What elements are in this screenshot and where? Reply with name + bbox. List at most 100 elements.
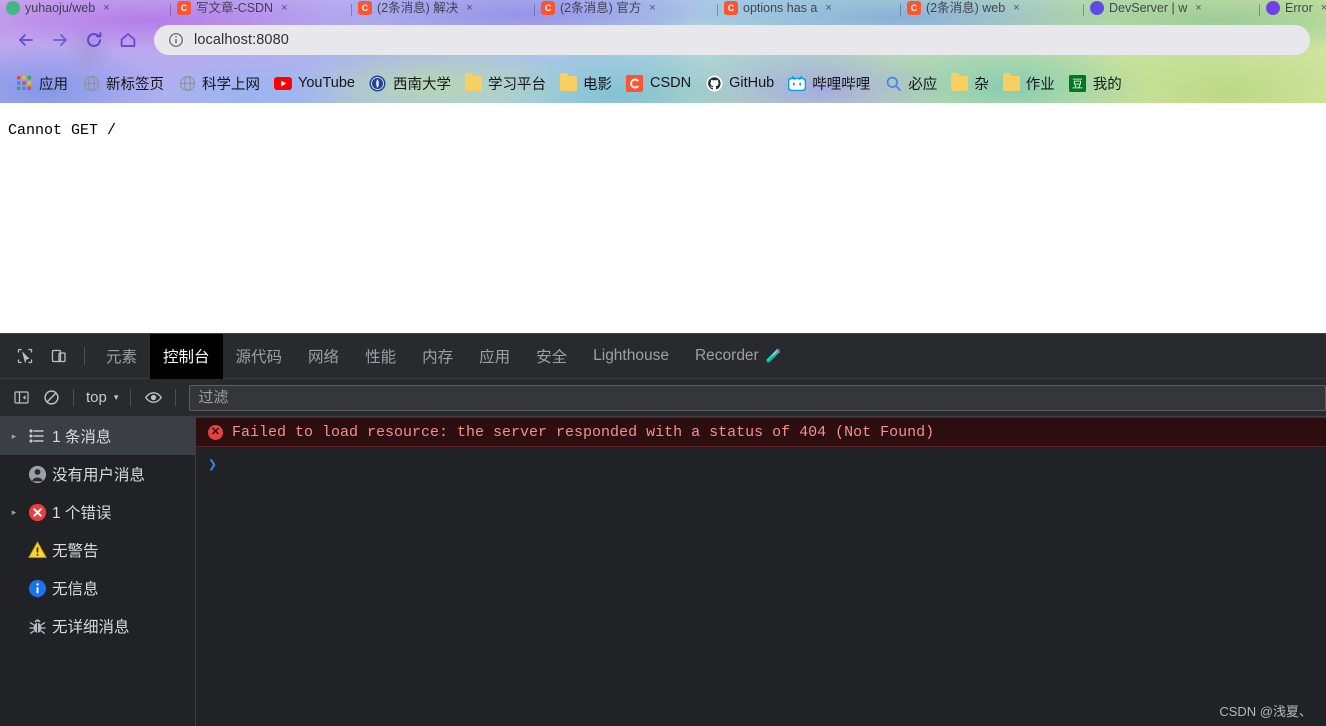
console-sidebar-item[interactable]: 无信息: [0, 569, 195, 607]
watermark-text: CSDN @浅夏、: [1219, 704, 1312, 719]
devtools-tab[interactable]: 网络: [295, 334, 352, 379]
home-button[interactable]: [112, 24, 144, 56]
console-filter-field[interactable]: [189, 384, 1326, 411]
tab-title: Error: [1285, 1, 1313, 15]
filter-input[interactable]: [198, 389, 1317, 406]
live-expression-icon[interactable]: [138, 383, 168, 413]
back-button[interactable]: [10, 24, 42, 56]
close-icon[interactable]: ×: [1321, 2, 1326, 14]
bookmark-item[interactable]: CSDN: [619, 71, 698, 95]
bug-icon: [28, 617, 47, 636]
address-bar-url: localhost:8080: [194, 31, 289, 48]
tab-title: 写文章-CSDN: [196, 1, 274, 15]
devtools-tab[interactable]: 应用: [466, 334, 523, 379]
browser-tab[interactable]: C 写文章-CSDN ×: [171, 0, 351, 16]
browser-tab[interactable]: Error ×: [1260, 0, 1326, 16]
bookmark-item[interactable]: 新标签页: [75, 70, 171, 97]
console-sidebar-toggle-icon[interactable]: [6, 383, 36, 413]
filterbar-divider-2: [130, 389, 132, 406]
console-sidebar-label: 无警告: [52, 543, 99, 560]
expand-arrow-icon[interactable]: ▸: [6, 431, 22, 442]
devtools-tab[interactable]: 安全: [523, 334, 580, 379]
csdn-icon: [626, 74, 644, 92]
inspect-element-icon[interactable]: [8, 339, 42, 373]
bookmark-label: 必应: [908, 76, 938, 93]
page-body-text: Cannot GET /: [8, 122, 117, 139]
devtools-tab[interactable]: 内存: [409, 334, 466, 379]
bookmark-item[interactable]: 学习平台: [458, 70, 553, 97]
info-icon: [28, 579, 47, 598]
browser-tab[interactable]: C (2条消息) web ×: [901, 0, 1083, 16]
device-toolbar-icon[interactable]: [42, 339, 76, 373]
bookmark-label: 新标签页: [106, 76, 164, 93]
devtools-tab[interactable]: Recorder 🧪: [682, 334, 795, 379]
page-viewport: Cannot GET /: [0, 103, 1326, 333]
console-sidebar-label: 没有用户消息: [52, 467, 146, 484]
devtools-tab[interactable]: 源代码: [223, 334, 296, 379]
console-filter-bar: top ▾: [0, 379, 1326, 417]
bookmark-label: 我的: [1092, 76, 1122, 93]
console-error-row[interactable]: ✕ Failed to load resource: the server re…: [196, 417, 1326, 447]
devtools-tab[interactable]: 元素: [93, 334, 150, 379]
error-badge-icon: ✕: [208, 424, 223, 440]
bookmark-label: 应用: [39, 76, 68, 93]
bookmark-item[interactable]: 应用: [8, 70, 75, 97]
bookmark-item[interactable]: 必应: [877, 70, 944, 97]
browser-tab[interactable]: C (2条消息) 官方 ×: [535, 0, 717, 16]
browser-tab[interactable]: C (2条消息) 解决 ×: [352, 0, 534, 16]
close-icon[interactable]: ×: [103, 2, 109, 14]
close-icon[interactable]: ×: [649, 2, 655, 14]
devtools-tab[interactable]: Lighthouse: [580, 334, 682, 379]
devtools-tab[interactable]: 控制台: [150, 333, 223, 379]
devtools-tab-label: 性能: [365, 349, 397, 366]
browser-tab[interactable]: yuhaoju/web ×: [0, 0, 170, 16]
bookmark-item[interactable]: 豆我的: [1062, 70, 1129, 97]
console-sidebar-item[interactable]: ▸ 1 个错误: [0, 493, 195, 531]
devtools-tab[interactable]: 性能: [352, 334, 409, 379]
devtools-tab-label: 控制台: [163, 349, 210, 366]
close-icon[interactable]: ×: [1195, 2, 1201, 14]
site-info-icon[interactable]: [168, 32, 184, 48]
svg-text:豆: 豆: [1072, 77, 1083, 90]
forward-button[interactable]: [44, 24, 76, 56]
console-sidebar-label: 1 条消息: [52, 429, 112, 446]
close-icon[interactable]: ×: [1013, 2, 1019, 14]
bookmark-label: 电影: [582, 76, 612, 93]
folder-icon: [1002, 72, 1020, 91]
console-sidebar-item[interactable]: 没有用户消息: [0, 455, 195, 493]
console-prompt-row[interactable]: ❯: [196, 447, 1326, 482]
folder-icon: [951, 72, 969, 91]
console-sidebar-item[interactable]: ▸ 1 条消息: [0, 417, 195, 455]
console-sidebar-item[interactable]: 无警告: [0, 531, 195, 569]
browser-tab[interactable]: Coptions has a ×: [718, 0, 900, 16]
tab-title: (2条消息) 官方: [560, 1, 642, 15]
browser-tab[interactable]: DevServer | w ×: [1084, 0, 1259, 16]
devtools-tab-list: 元素 控制台 源代码 网络 性能 内存 应用 安全 Lighthouse Recorder 🧪: [93, 333, 795, 379]
devtools-tab-label: 内存: [422, 349, 454, 366]
clear-console-icon[interactable]: [36, 383, 66, 413]
warning-icon: [27, 541, 47, 560]
bookmark-item[interactable]: 杂: [944, 70, 996, 97]
error-icon: [28, 503, 47, 522]
console-context-selector[interactable]: top ▾: [81, 389, 123, 406]
devtools-tab-label: 安全: [536, 349, 568, 366]
bookmark-item[interactable]: GitHub: [698, 71, 781, 95]
close-icon[interactable]: ×: [281, 2, 287, 14]
bookmark-item[interactable]: 哔哩哔哩: [781, 70, 877, 97]
bookmark-item[interactable]: 西南大学: [362, 70, 458, 97]
bookmark-item[interactable]: 作业: [996, 70, 1062, 97]
toolbar-divider: [84, 347, 85, 365]
console-body: ▸ 1 条消息没有用户消息 ▸ 1 个错误无警告无信息 无详细消息 ✕ Failed t…: [0, 417, 1326, 726]
reload-button[interactable]: [78, 24, 110, 56]
bookmark-item[interactable]: 电影: [553, 70, 619, 97]
person-icon: [22, 465, 52, 484]
filterbar-divider-3: [175, 389, 177, 406]
bookmark-item[interactable]: YouTube: [267, 71, 362, 95]
bilibili-icon: [788, 74, 807, 92]
address-bar[interactable]: localhost:8080: [154, 24, 1310, 55]
bookmark-item[interactable]: 科学上网: [171, 70, 267, 97]
expand-arrow-icon[interactable]: ▸: [6, 507, 22, 518]
close-icon[interactable]: ×: [466, 2, 472, 14]
console-sidebar-item[interactable]: 无详细消息: [0, 607, 195, 645]
close-icon[interactable]: ×: [825, 2, 831, 14]
